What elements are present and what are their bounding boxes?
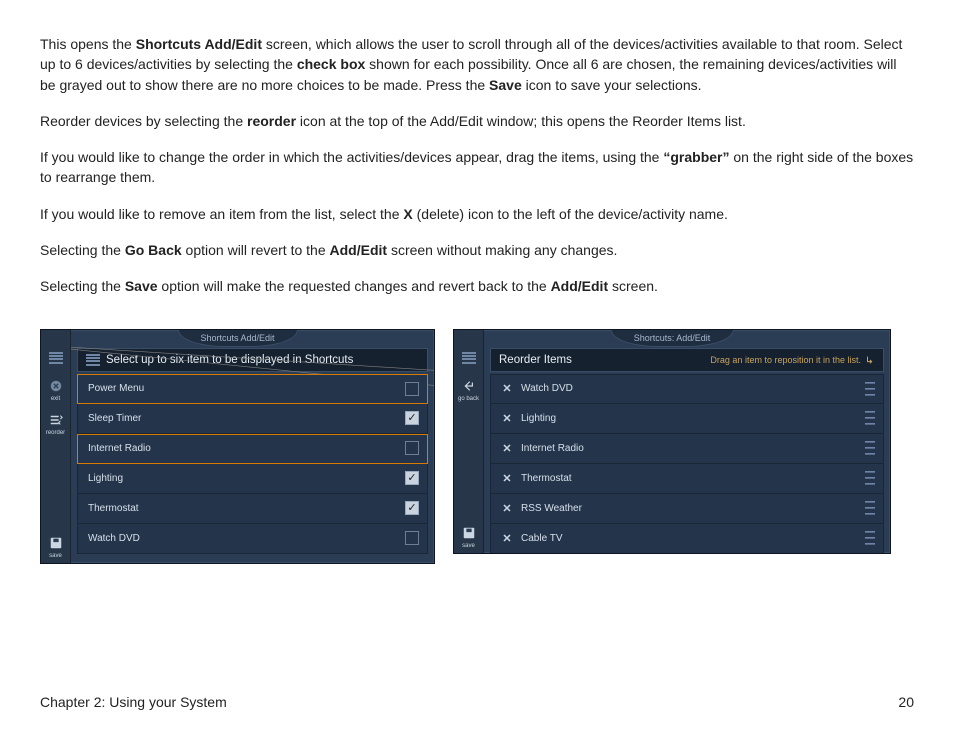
reorder-item-label: Watch DVD [521,383,865,394]
shortcut-item-label: Sleep Timer [88,413,405,424]
exit-button[interactable]: exit [48,374,64,406]
reorder-label: reorder [46,430,65,436]
left-header-text: Select up to six item to be displayed in… [106,354,353,366]
reorder-item[interactable]: ✕ Cable TV [490,524,884,554]
shortcut-item-label: Lighting [88,473,405,484]
reorder-item-label: RSS Weather [521,503,865,514]
shortcut-item[interactable]: Internet Radio [77,434,428,464]
paragraph-6: Selecting the Save option will make the … [40,276,914,296]
left-header-row: Select up to six item to be displayed in… [77,348,428,372]
reorder-icon [48,412,64,428]
grabber-icon[interactable] [865,411,875,425]
save-button[interactable]: save [461,521,477,553]
right-header-row: Reorder Items Drag an item to reposition… [490,348,884,372]
shortcuts-add-edit-panel: Shortcuts Add/Edit exit [40,329,435,564]
reorder-item[interactable]: ✕ Internet Radio [490,434,884,464]
drag-hint-icon [865,355,875,365]
go-back-button[interactable]: go back [458,374,479,406]
chapter-label: Chapter 2: Using your System [40,694,227,710]
reorder-item-label: Cable TV [521,533,865,544]
grabber-icon[interactable] [865,471,875,485]
save-button[interactable]: save [48,531,64,563]
save-label: save [462,543,475,549]
list-icon [86,354,100,366]
exit-label: exit [51,396,60,402]
sidebar-list-icon[interactable] [461,346,477,372]
paragraph-2: Reorder devices by selecting the reorder… [40,111,914,131]
shortcut-item-label: Thermostat [88,503,405,514]
grabber-icon[interactable] [865,531,875,545]
delete-x-icon[interactable]: ✕ [501,382,513,395]
reorder-item-label: Lighting [521,413,865,424]
page-number: 20 [898,694,914,710]
delete-x-icon[interactable]: ✕ [501,442,513,455]
grabber-icon[interactable] [865,441,875,455]
reorder-item[interactable]: ✕ RSS Weather [490,494,884,524]
list-icon [461,350,477,366]
shortcut-item[interactable]: Watch DVD [77,524,428,554]
checkbox[interactable] [405,382,419,396]
paragraph-1: This opens the Shortcuts Add/Edit screen… [40,34,914,95]
shortcut-item-label: Watch DVD [88,533,405,544]
right-sidebar: go back save [454,330,484,553]
delete-x-icon[interactable]: ✕ [501,532,513,545]
reorder-item[interactable]: ✕ Thermostat [490,464,884,494]
grabber-icon[interactable] [865,501,875,515]
save-icon [461,525,477,541]
paragraph-3: If you would like to change the order in… [40,147,914,188]
close-circle-icon [48,378,64,394]
paragraph-4: If you would like to remove an item from… [40,204,914,224]
shortcut-item[interactable]: Thermostat✓ [77,494,428,524]
shortcut-item[interactable]: Sleep Timer✓ [77,404,428,434]
reorder-item-label: Thermostat [521,473,865,484]
checkbox[interactable] [405,531,419,545]
delete-x-icon[interactable]: ✕ [501,412,513,425]
checkbox[interactable]: ✓ [405,471,419,485]
shortcut-item-label: Internet Radio [88,443,405,454]
back-arrow-icon [460,378,476,394]
reorder-item-label: Internet Radio [521,443,865,454]
go-back-label: go back [458,396,479,402]
right-header-text: Reorder Items [499,354,572,366]
list-icon [48,350,64,366]
shortcut-item[interactable]: Lighting✓ [77,464,428,494]
delete-x-icon[interactable]: ✕ [501,472,513,485]
checkbox[interactable]: ✓ [405,501,419,515]
reorder-items-panel: Shortcuts: Add/Edit go back [453,329,891,554]
save-icon [48,535,64,551]
reorder-item[interactable]: ✕ Watch DVD [490,374,884,404]
checkbox[interactable]: ✓ [405,411,419,425]
left-sidebar: exit reorder save [41,330,71,563]
drag-hint: Drag an item to reposition it in the lis… [710,355,875,365]
shortcut-item[interactable]: Power Menu [77,374,428,404]
delete-x-icon[interactable]: ✕ [501,502,513,515]
save-label: save [49,553,62,559]
paragraph-5: Selecting the Go Back option will revert… [40,240,914,260]
grabber-icon[interactable] [865,382,875,396]
reorder-item[interactable]: ✕ Lighting [490,404,884,434]
sidebar-list-icon[interactable] [48,346,64,372]
shortcut-item-label: Power Menu [88,383,405,394]
checkbox[interactable] [405,441,419,455]
reorder-button[interactable]: reorder [46,408,65,440]
